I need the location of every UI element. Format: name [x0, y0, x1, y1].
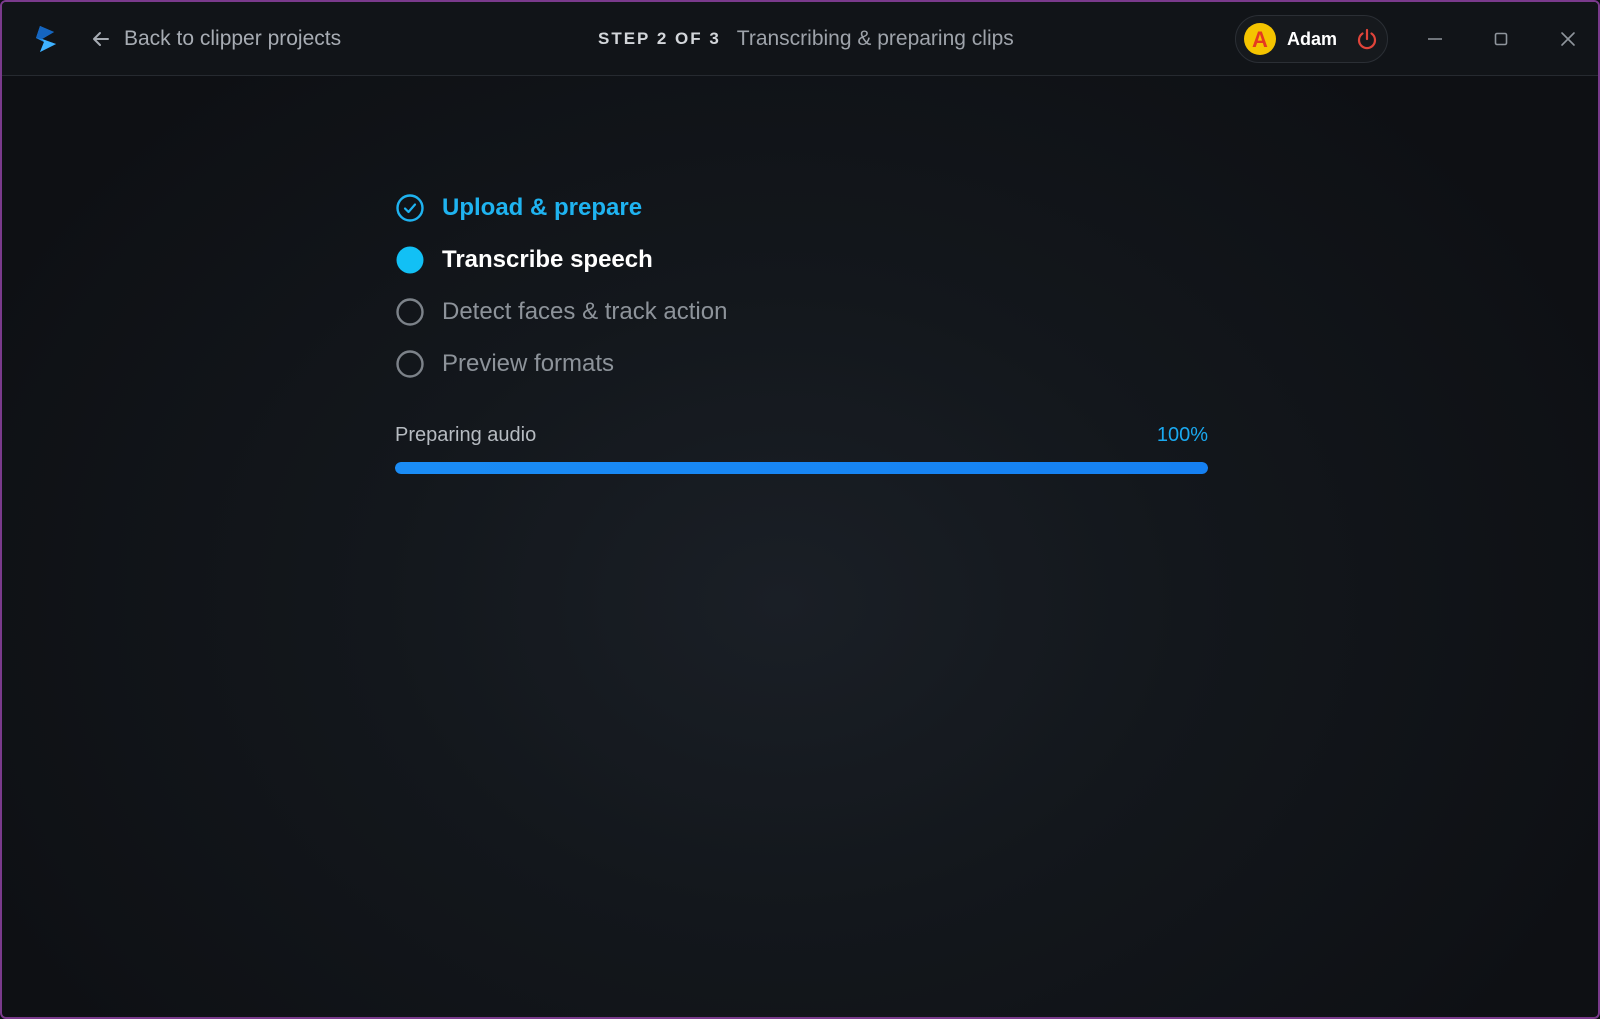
progress-percent: 100% [1156, 424, 1208, 446]
progress-fill [395, 462, 1208, 474]
close-button[interactable] [1553, 24, 1583, 54]
step-transcribe-speech: Transcribe speech [395, 245, 653, 275]
title-bar: Back to clipper projects STEP 2 OF 3 Tra… [2, 2, 1598, 76]
step-label: Detect faces & track action [442, 298, 728, 325]
step-counter: STEP 2 OF 3 [598, 29, 721, 48]
minimize-button[interactable] [1420, 24, 1450, 54]
step-detect-faces: Detect faces & track action [395, 297, 727, 327]
step-header: STEP 2 OF 3 Transcribing & preparing cli… [598, 24, 1014, 54]
arrow-left-icon [93, 32, 109, 46]
step-preview-formats: Preview formats [395, 349, 614, 379]
close-icon [1561, 32, 1575, 46]
step-label: Upload & prepare [442, 194, 643, 221]
power-icon[interactable] [1355, 27, 1379, 51]
app-logo-icon [36, 26, 56, 52]
progress-label: Preparing audio [395, 424, 537, 446]
step-label: Preview formats [442, 350, 615, 377]
user-menu[interactable]: A Adam [1235, 15, 1388, 63]
step-upload-prepare: Upload & prepare [395, 193, 642, 223]
empty-circle-icon [396, 298, 424, 326]
step-title: Transcribing & preparing clips [736, 27, 1014, 50]
progress-bar [395, 462, 1208, 474]
active-dot-icon [396, 246, 424, 274]
maximize-button[interactable] [1486, 24, 1516, 54]
app-window: Back to clipper projects STEP 2 OF 3 Tra… [0, 0, 1600, 1019]
step-label: Transcribe speech [442, 246, 653, 273]
empty-circle-icon [396, 350, 424, 378]
back-link-label: Back to clipper projects [124, 27, 342, 50]
check-circle-icon [396, 194, 424, 222]
back-to-projects-link[interactable]: Back to clipper projects [90, 24, 341, 54]
minimize-icon [1428, 38, 1442, 40]
user-name: Adam [1287, 28, 1338, 49]
maximize-icon [1494, 32, 1508, 46]
avatar-letter: A [1252, 27, 1268, 52]
avatar: A [1244, 23, 1276, 55]
